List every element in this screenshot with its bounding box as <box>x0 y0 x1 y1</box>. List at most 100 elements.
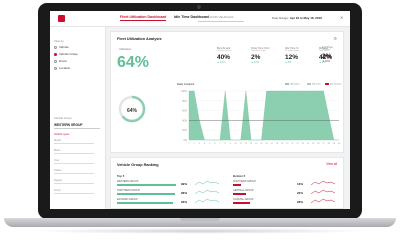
ranking-row-sparkline <box>311 189 335 195</box>
legend-benchmark: Benchmark <box>325 83 341 86</box>
laptop-notch <box>180 218 220 221</box>
ranking-row[interactable]: NORTHERN GROUP 96% <box>117 189 221 197</box>
chart-point <box>255 139 257 141</box>
laptop-shadow <box>30 228 370 234</box>
filter-status[interactable]: Status <box>54 169 94 174</box>
chart-x-tick-label: 11 <box>240 143 243 145</box>
radio-vehicle-group[interactable]: Vehicle Group <box>54 52 78 56</box>
laptop-base <box>4 218 396 227</box>
tab-fleet-utilization[interactable]: Fleet Utilization Dashboard <box>120 15 167 21</box>
utilization-label: Utilization <box>119 47 132 51</box>
view-all-link[interactable]: View all <box>326 162 337 166</box>
radio-vehicle[interactable]: Vehicle <box>54 45 69 49</box>
chart-x-tick-label: 27 <box>322 143 325 145</box>
chart-x-tick-label: 21 <box>291 143 294 145</box>
top-5-title: Top 5 <box>117 174 125 178</box>
ranking-row-percent: 96% <box>181 191 188 195</box>
metric-delta: ▲ 12% <box>217 61 225 64</box>
chart-point <box>219 139 221 141</box>
legend-swatch <box>285 83 289 85</box>
filter-region[interactable]: Region <box>54 179 94 184</box>
ranking-row-name: SOUTHERN GROUP <box>233 180 256 183</box>
top-bar: Fleet Utilization Dashboard Idle Time Da… <box>50 11 350 27</box>
chart-point <box>312 90 314 92</box>
legend-swatch <box>325 83 329 85</box>
chart-x-tick-label: 8 <box>225 143 227 145</box>
chart-x-tick-label: 23 <box>302 143 305 145</box>
ranking-row[interactable]: SOUTHERN GROUP 13% <box>233 180 337 188</box>
chart-x-tick-label: 17 <box>271 143 274 145</box>
filter-year[interactable]: Year <box>54 159 94 164</box>
radio-label: Location <box>59 66 71 70</box>
radio-icon <box>54 66 57 70</box>
chart-x-tick-label: 14 <box>255 143 258 145</box>
chart-y-tick-label: 100% <box>181 90 188 93</box>
ranking-row[interactable]: WESTERN GROUP 99% <box>117 180 221 188</box>
radio-label: Vehicle Group <box>59 52 78 56</box>
ranking-row-bar <box>117 202 173 204</box>
filter-model[interactable]: Model <box>54 139 94 144</box>
ranking-row-percent: 99% <box>181 182 188 186</box>
ranking-row-percent: 22% <box>297 191 304 195</box>
gauge-value: 64% <box>126 108 137 114</box>
ranking-row-bar <box>233 193 247 195</box>
chart-y-tick-label: 60% <box>182 110 188 113</box>
chart-point <box>214 139 216 141</box>
chart-x-tick-label: 2 <box>194 143 196 145</box>
ranking-row[interactable]: CENTRAL GROUP 22% <box>233 189 337 197</box>
chart-point <box>193 90 195 92</box>
metric-sub: Total trips <box>322 49 331 51</box>
legend-label: Idle Time <box>312 83 321 86</box>
metric-delta: ▲ 12% <box>251 61 259 64</box>
ranking-row-percent: 13% <box>297 182 304 186</box>
radio-driver[interactable]: Driver <box>54 59 67 63</box>
laptop-screen: Fleet Utilization Dashboard Idle Time Da… <box>50 11 350 209</box>
chart-point <box>235 139 236 141</box>
metric-sub: Of engine hours <box>285 50 300 52</box>
chart-point <box>281 90 283 92</box>
radio-label: Vehicle <box>59 45 69 49</box>
group-label: Vehicle Group <box>54 116 72 120</box>
chart-x-tick-label: 10 <box>234 143 237 145</box>
ranking-row[interactable]: EASTERN GROUP 93% <box>117 198 221 206</box>
gear-icon[interactable]: ⚙ <box>333 36 337 41</box>
ranking-row[interactable]: COASTAL GROUP 28% <box>233 198 337 206</box>
chart-x-tick-label: 4 <box>204 143 206 145</box>
chart-y-tick-label: 40% <box>182 119 188 122</box>
sparkline-path <box>311 180 335 186</box>
close-icon[interactable]: ✕ <box>340 15 343 20</box>
chart-y-tick-label: 0% <box>184 139 188 142</box>
ranking-row-sparkline <box>311 198 335 204</box>
filter-driver[interactable]: Driver <box>54 189 94 194</box>
ranking-row-sparkline <box>195 189 219 195</box>
ranking-row-sparkline <box>311 180 335 186</box>
chart-x-tick-label: 26 <box>317 143 320 145</box>
chart-point <box>338 139 340 141</box>
group-select[interactable]: WESTERN GROUP <box>54 123 100 129</box>
camera-icon <box>197 5 201 9</box>
chart-x-tick-label: 1 <box>188 143 190 145</box>
search-input[interactable]: SEARCH FOR VEHICLES <box>198 15 244 22</box>
utilization-value: 64% <box>117 54 150 71</box>
chart-x-tick-label: 30 <box>338 143 341 145</box>
sparkline-path <box>195 189 219 195</box>
metric-benchmark: Benchmark Previous period 40% ▲ 12% <box>217 47 245 64</box>
chart-point <box>297 90 298 92</box>
date-range[interactable]: Date Range: Apr 16 to May 16, 2016 <box>272 16 322 20</box>
ranking-row-sparkline <box>195 180 219 186</box>
filter-make[interactable]: Make <box>54 149 94 154</box>
radio-location[interactable]: Location <box>54 66 70 70</box>
metric-delta: ▲ 8% <box>285 61 292 64</box>
metric-drive-time: Drive Time (hrs) Total drive hours 2% ▲ … <box>251 47 279 64</box>
radio-icon <box>54 45 57 49</box>
metric-sub: Total drive hours <box>251 50 266 52</box>
chart-point <box>240 139 241 141</box>
metric-value: 2% <box>251 54 261 61</box>
metric-value: 40% <box>217 54 231 61</box>
legend-utilization: Utilization <box>285 83 299 86</box>
chart-point <box>271 90 273 92</box>
chart-point <box>209 139 210 141</box>
chart-point <box>188 90 190 92</box>
chart-point <box>307 90 309 92</box>
ranking-row-sparkline <box>195 198 219 204</box>
